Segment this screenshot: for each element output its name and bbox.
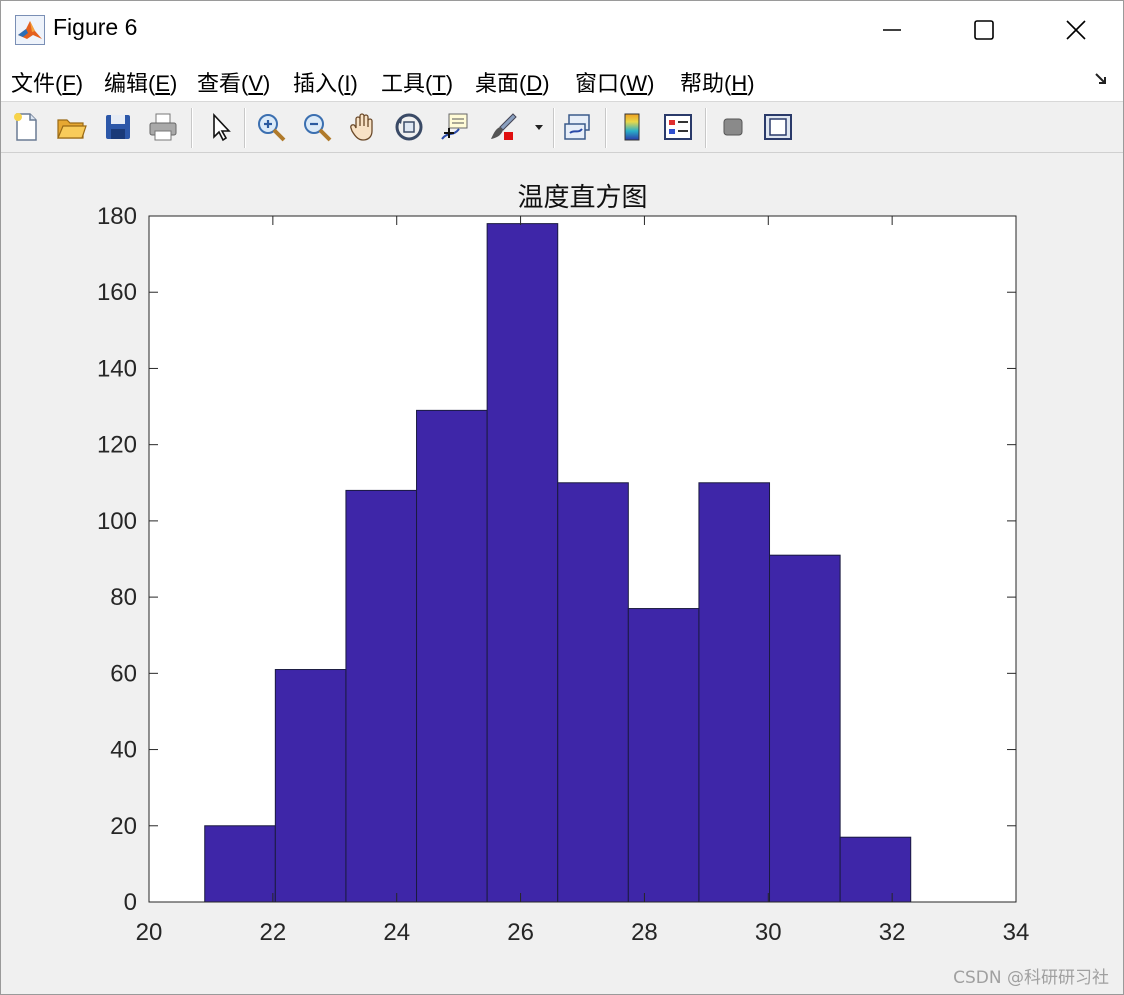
histogram-bar — [698, 482, 771, 903]
link-plot-icon[interactable] — [559, 108, 597, 146]
menu-tools[interactable]: 工具(T) — [381, 66, 453, 98]
y-tick-label: 140 — [97, 355, 137, 382]
histogram-bar — [204, 825, 276, 903]
x-tick-label: 22 — [260, 919, 287, 946]
y-tick-label: 0 — [124, 889, 137, 916]
pan-hand-icon[interactable] — [344, 108, 382, 146]
toolbar-separator — [244, 108, 246, 148]
x-tick-label: 30 — [755, 919, 782, 946]
figure-canvas[interactable]: 20 22 24 26 28 30 32 34 0 20 40 60 80 100 120 140 160 180… — [1, 153, 1123, 994]
close-button[interactable] — [1030, 1, 1122, 59]
minimize-button[interactable] — [846, 1, 938, 59]
figure-toolbar — [1, 102, 1123, 153]
x-tick-label: 20 — [136, 919, 163, 946]
histogram-bar — [769, 554, 841, 903]
menu-view[interactable]: 查看(V) — [197, 66, 270, 98]
watermark-text: CSDN @科研研习社 — [953, 968, 1109, 988]
toolbar-separator — [553, 108, 555, 148]
show-plot-tools-icon[interactable] — [759, 108, 797, 146]
title-bar[interactable]: Figure 6 — [1, 1, 1123, 59]
toolbar-separator — [605, 108, 607, 148]
y-tick-label: 20 — [110, 813, 137, 840]
print-icon[interactable] — [144, 108, 182, 146]
brush-icon[interactable] — [484, 108, 522, 146]
brush-dropdown-icon[interactable] — [529, 108, 549, 146]
chart-title: 温度直方图 — [517, 183, 647, 213]
dock-figure-icon[interactable] — [1093, 71, 1109, 91]
window-title: Figure 6 — [53, 14, 138, 40]
histogram-bar — [274, 669, 347, 903]
y-tick-label: 180 — [97, 203, 137, 230]
figure-window: Figure 6 文件(F) 编辑(E) 查看(V) 插入(I) 工具(T) 桌… — [0, 0, 1124, 995]
pointer-icon[interactable] — [201, 108, 239, 146]
y-tick-label: 120 — [97, 432, 137, 459]
maximize-button[interactable] — [938, 1, 1030, 59]
histogram-bar — [416, 409, 488, 903]
y-tick-label: 40 — [110, 737, 137, 764]
colorbar-icon[interactable] — [613, 108, 651, 146]
matlab-app-icon — [15, 15, 45, 45]
toolbar-separator — [705, 108, 707, 148]
histogram-bar — [839, 836, 912, 903]
x-tick-label: 26 — [507, 919, 534, 946]
menu-help[interactable]: 帮助(H) — [680, 66, 755, 98]
x-tick-label: 34 — [1003, 919, 1030, 946]
histogram-chart: 20 22 24 26 28 30 32 34 0 20 40 60 80 100 120 140 160 180… — [97, 183, 1030, 946]
data-cursor-icon[interactable] — [436, 108, 474, 146]
histogram-bar — [345, 489, 418, 903]
y-tick-label: 60 — [110, 660, 137, 687]
legend-icon[interactable] — [659, 108, 697, 146]
menu-bar: 文件(F) 编辑(E) 查看(V) 插入(I) 工具(T) 桌面(D) 窗口(W… — [1, 59, 1123, 102]
menu-insert[interactable]: 插入(I) — [293, 66, 358, 98]
rotate-3d-icon[interactable] — [390, 108, 428, 146]
new-file-icon[interactable] — [7, 108, 45, 146]
menu-desktop[interactable]: 桌面(D) — [475, 66, 550, 98]
zoom-in-icon[interactable] — [252, 108, 290, 146]
y-tick-label: 80 — [110, 584, 137, 611]
zoom-out-icon[interactable] — [298, 108, 336, 146]
menu-edit[interactable]: 编辑(E) — [104, 66, 177, 98]
histogram-bar — [486, 223, 559, 903]
y-tick-label: 160 — [97, 279, 137, 306]
save-icon[interactable] — [99, 108, 137, 146]
hide-plot-tools-icon[interactable] — [714, 108, 752, 146]
open-folder-icon[interactable] — [52, 108, 90, 146]
toolbar-separator — [191, 108, 193, 148]
x-tick-label: 32 — [879, 919, 906, 946]
x-tick-label: 24 — [383, 919, 410, 946]
histogram-bar — [627, 608, 700, 903]
menu-window[interactable]: 窗口(W) — [575, 66, 654, 98]
x-tick-label: 28 — [631, 919, 658, 946]
histogram-bar — [557, 482, 629, 903]
menu-file[interactable]: 文件(F) — [11, 66, 83, 98]
y-tick-label: 100 — [97, 508, 137, 535]
